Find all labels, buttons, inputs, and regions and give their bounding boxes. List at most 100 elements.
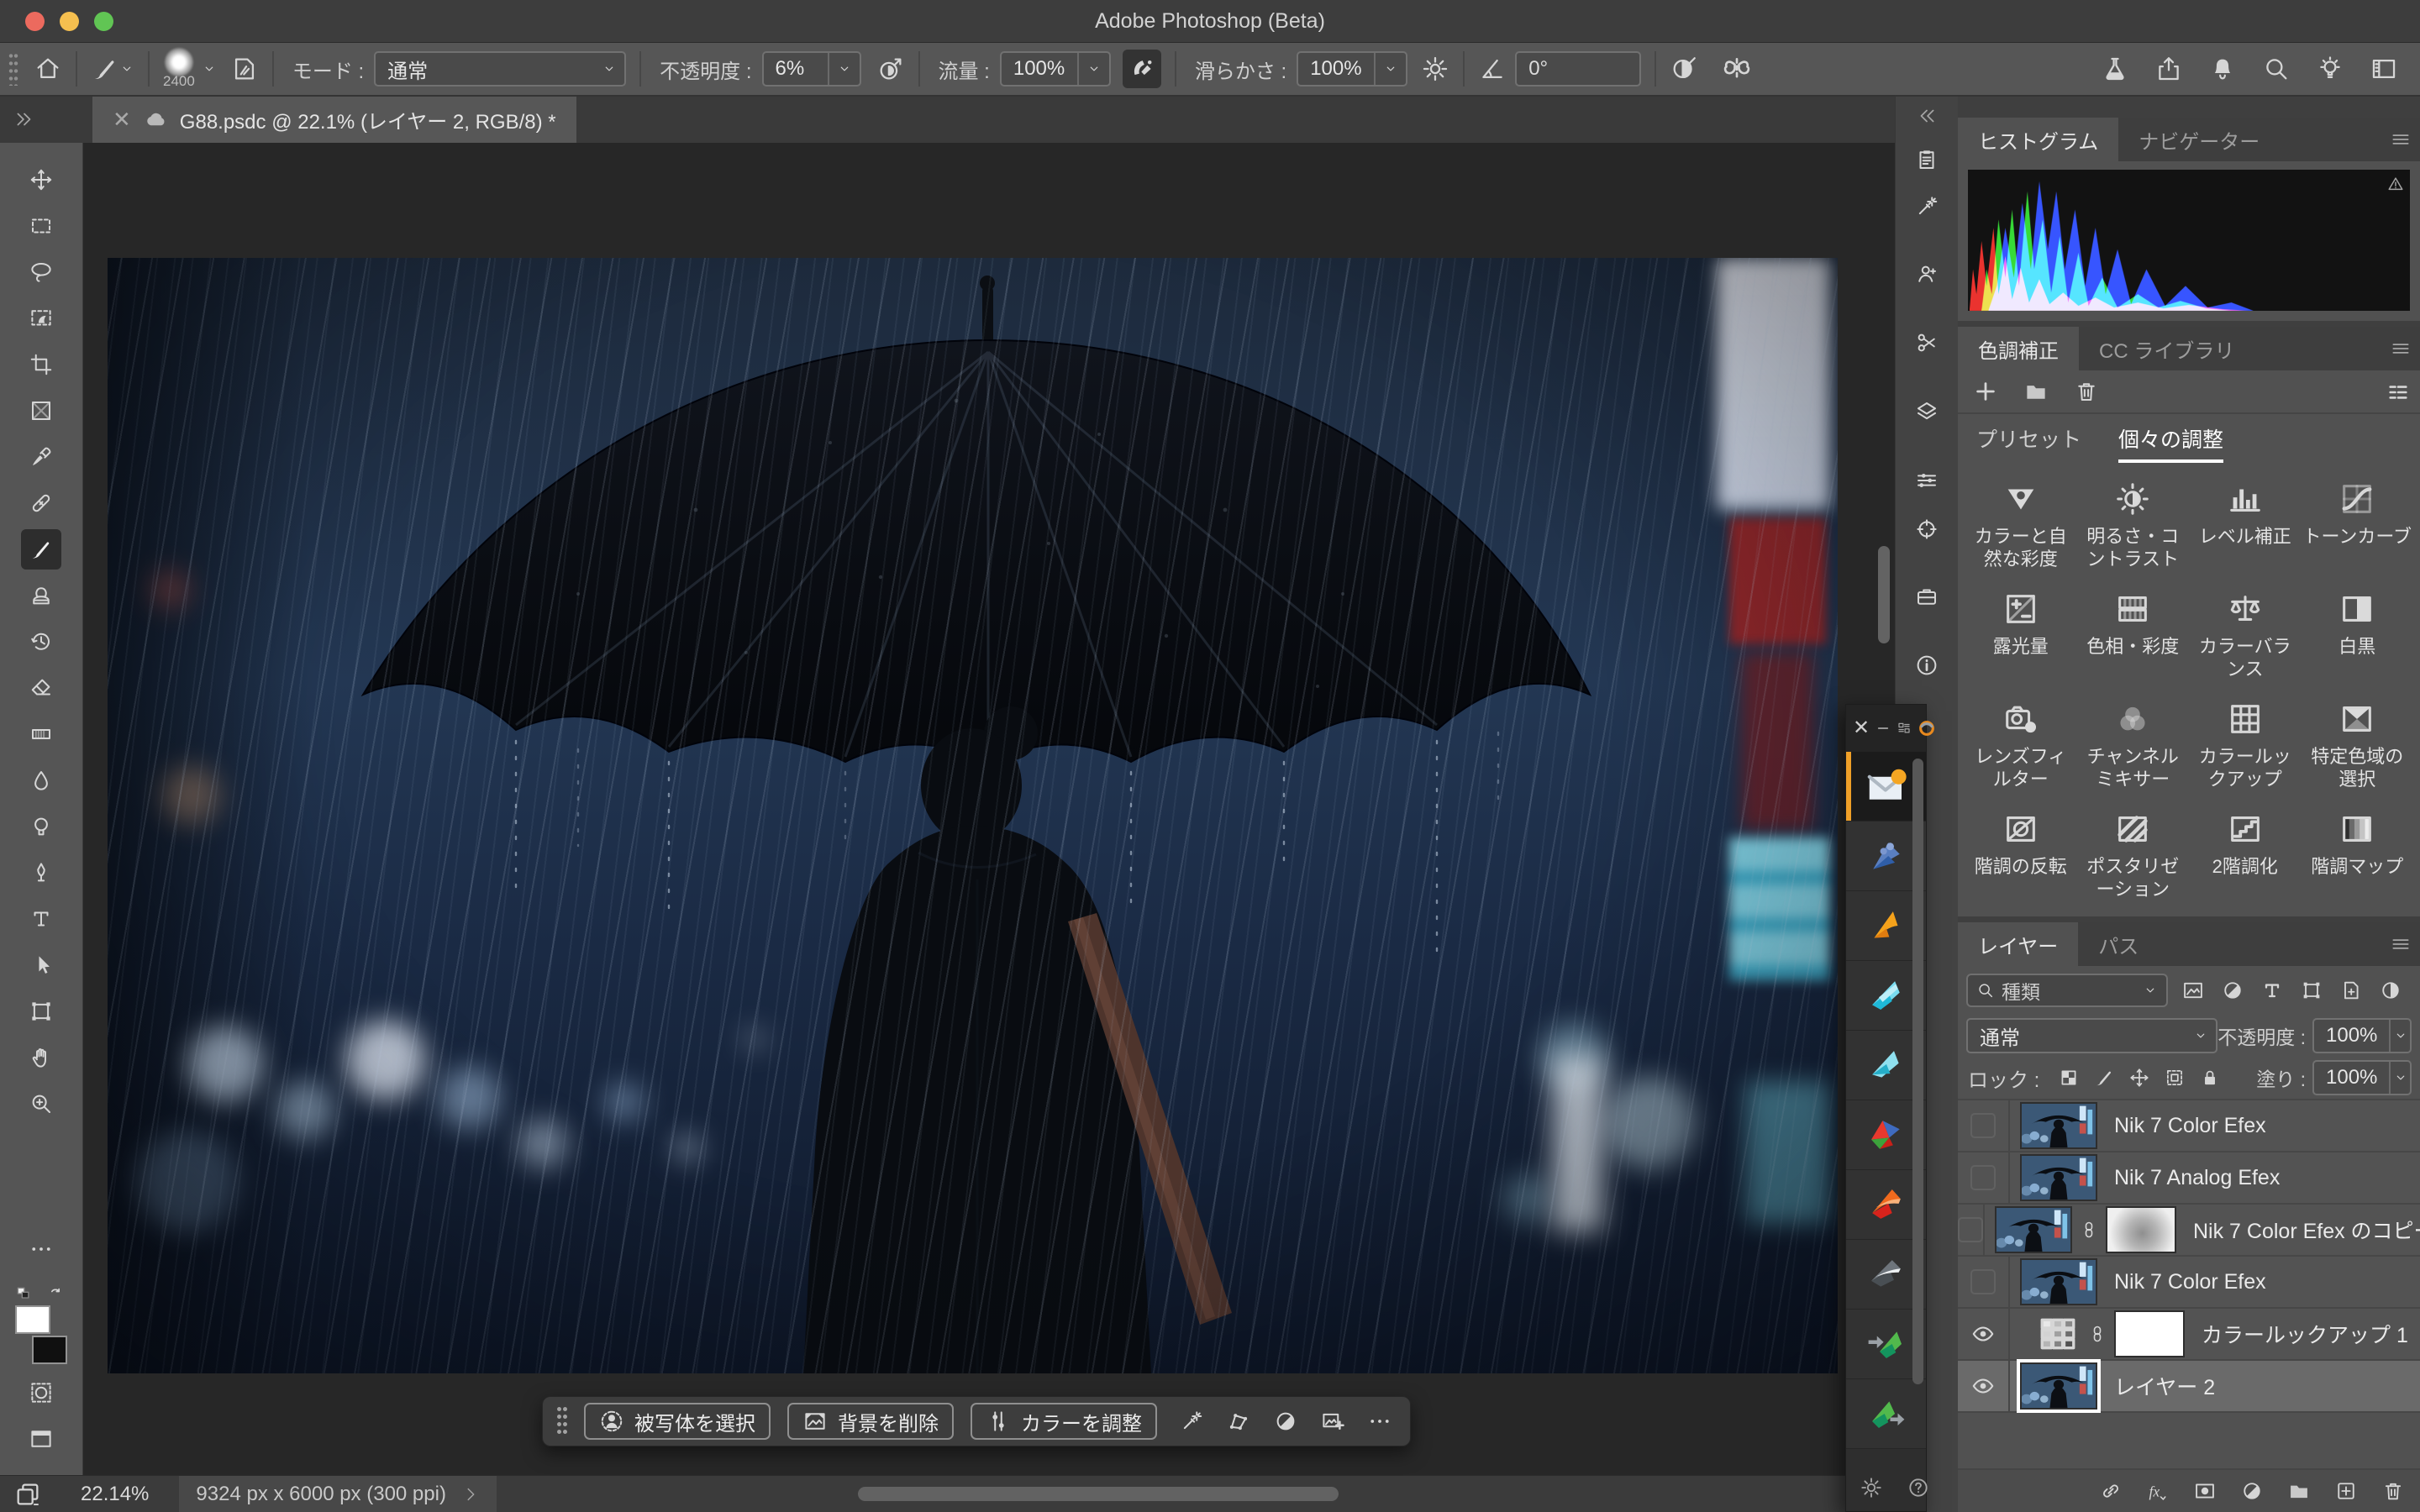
layer-name[interactable]: Nik 7 Color Efex <box>2114 1270 2266 1294</box>
adjustment-threshold[interactable]: 2階調化 <box>2189 800 2302 910</box>
group-icon[interactable] <box>2023 379 2049 404</box>
panel-menu-icon[interactable] <box>2390 129 2412 150</box>
magic-wand-icon[interactable] <box>1179 1409 1204 1434</box>
filter-type-layers-icon[interactable] <box>2260 979 2284 1002</box>
trash-icon[interactable] <box>2074 379 2099 404</box>
lock-pixels-icon[interactable] <box>2093 1067 2115 1089</box>
tool-object-selection[interactable] <box>21 298 61 339</box>
adjustment-black-white[interactable]: 白黒 <box>2302 580 2414 690</box>
tool-gradient[interactable] <box>21 714 61 754</box>
mask-link-icon[interactable] <box>2087 1320 2107 1347</box>
nik-scrollbar-thumb[interactable] <box>1912 759 1923 1384</box>
nik-item-sharpener-output[interactable] <box>1846 1379 1926 1449</box>
tool-zoom[interactable] <box>21 1084 61 1124</box>
filter-toggle-icon[interactable] <box>2379 979 2402 1002</box>
smoothing-options-gear-icon[interactable] <box>1421 55 1449 83</box>
adjustment-exposure[interactable]: 露光量 <box>1965 580 2077 690</box>
flask-icon[interactable] <box>2101 55 2129 83</box>
minimize-icon[interactable] <box>1876 721 1891 736</box>
options-grip[interactable] <box>8 52 18 86</box>
close-icon[interactable]: ✕ <box>1853 718 1870 738</box>
adjustment-brightness-contrast[interactable]: 明るさ・コントラスト <box>2077 470 2190 580</box>
tab-histogram[interactable]: ヒストグラム <box>1958 118 2118 161</box>
share-icon[interactable] <box>2154 55 2183 83</box>
tab-cc-libraries[interactable]: CC ライブラリ <box>2079 327 2254 370</box>
foreground-color-chip[interactable] <box>15 1305 50 1334</box>
adjustment-icon[interactable] <box>1273 1409 1298 1434</box>
layer-row-selected[interactable]: レイヤー 2 <box>1958 1361 2420 1413</box>
chevron-down-icon[interactable] <box>119 61 134 76</box>
swap-colors-icon[interactable] <box>47 1285 64 1302</box>
minimize-window-button[interactable] <box>60 12 79 31</box>
tool-dodge[interactable] <box>21 806 61 847</box>
pressure-size-icon[interactable] <box>1670 55 1698 83</box>
layer-filter-dropdown[interactable]: 種類 <box>1966 974 2168 1007</box>
tab-layers[interactable]: レイヤー <box>1958 922 2078 966</box>
add-image-icon[interactable] <box>1320 1409 1345 1434</box>
tool-frame[interactable] <box>21 391 61 431</box>
adjust-colors-button[interactable]: カラーを調整 <box>971 1403 1157 1440</box>
home-icon[interactable] <box>34 55 62 83</box>
expand-toolbar-icon[interactable] <box>13 108 35 130</box>
adjustment-curves[interactable]: トーンカーブ <box>2302 470 2414 580</box>
flow-dropdown[interactable]: 100% <box>1000 51 1111 87</box>
chevron-down-icon[interactable] <box>202 61 217 76</box>
adjustment-hue-saturation[interactable]: 色相・彩度 <box>2077 580 2190 690</box>
opacity-dropdown[interactable]: 6% <box>762 51 861 87</box>
tool-clone-stamp[interactable] <box>21 575 61 616</box>
new-layer-icon[interactable] <box>2334 1479 2358 1503</box>
paint-symmetry-icon[interactable] <box>1720 52 1754 86</box>
tool-move[interactable] <box>21 160 61 200</box>
layer-name[interactable]: Nik 7 Color Efex <box>2114 1114 2266 1138</box>
lightbulb-icon[interactable] <box>2316 55 2344 83</box>
layer-name[interactable]: レイヤー 2 <box>2114 1371 2215 1401</box>
tool-rectangular-marquee[interactable] <box>21 206 61 246</box>
close-window-button[interactable] <box>25 12 45 31</box>
panel-icon-scissors[interactable] <box>1909 325 1944 360</box>
filter-shape-layers-icon[interactable] <box>2300 979 2323 1002</box>
brush-preset-picker[interactable]: 2400 <box>163 48 195 90</box>
color-lookup-layer-icon[interactable] <box>2035 1313 2081 1355</box>
layer-thumbnail[interactable] <box>2020 1154 2097 1201</box>
layer-thumbnail[interactable] <box>1995 1206 2072 1253</box>
adjustment-color-balance[interactable]: カラーバランス <box>2189 580 2302 690</box>
lock-transparency-icon[interactable] <box>2058 1067 2080 1089</box>
document-canvas[interactable] <box>108 258 1838 1373</box>
visibility-toggle[interactable] <box>1958 1257 2010 1307</box>
add-adjustment-icon[interactable] <box>1973 379 1998 404</box>
layer-thumbnail[interactable] <box>2020 1102 2097 1149</box>
panel-icon-info[interactable] <box>1909 648 1944 683</box>
adjustment-vibrance[interactable]: カラーと自然な彩度 <box>1965 470 2077 580</box>
new-group-icon[interactable] <box>2287 1479 2311 1503</box>
gear-icon[interactable] <box>1860 1476 1883 1499</box>
maximize-window-button[interactable] <box>94 12 113 31</box>
layer-row[interactable]: Nik 7 Color Efex <box>1958 1100 2420 1152</box>
histogram-warning-icon[interactable] <box>2386 175 2405 193</box>
bell-icon[interactable] <box>2208 55 2237 83</box>
tab-paths[interactable]: パス <box>2078 922 2159 966</box>
layer-name[interactable]: Nik 7 Color Efex のコピー <box>2193 1215 2420 1245</box>
tool-brush[interactable] <box>21 529 61 570</box>
horizontal-scrollbar-thumb[interactable] <box>858 1487 1339 1501</box>
layer-row[interactable]: Nik 7 Color Efex のコピー <box>1958 1205 2420 1257</box>
visibility-toggle[interactable] <box>1958 1100 2010 1151</box>
panel-icon-brush-settings[interactable] <box>1909 142 1944 177</box>
layer-mask-thumbnail[interactable] <box>2114 1310 2185 1357</box>
remove-background-button[interactable]: 背景を削除 <box>787 1403 954 1440</box>
mask-link-icon[interactable] <box>2079 1216 2099 1243</box>
smoothing-dropdown[interactable]: 100% <box>1297 51 1407 87</box>
tool-shape[interactable] <box>21 991 61 1032</box>
default-colors-icon[interactable] <box>15 1285 32 1302</box>
add-layer-mask-icon[interactable] <box>2193 1479 2217 1503</box>
adjustment-gradient-map[interactable]: 階調マップ <box>2302 800 2414 910</box>
tool-spot-healing[interactable] <box>21 483 61 523</box>
blend-mode-dropdown[interactable]: 通常 <box>374 51 626 87</box>
layer-mask-thumbnail[interactable] <box>2106 1206 2176 1253</box>
layer-opacity-dropdown[interactable]: 100% <box>2312 1018 2412 1053</box>
tab-navigator[interactable]: ナビゲーター <box>2118 118 2280 161</box>
context-bar-drag-handle[interactable] <box>556 1405 567 1437</box>
link-layers-icon[interactable] <box>2099 1479 2123 1503</box>
pressure-opacity-icon[interactable] <box>876 55 905 83</box>
panel-icon-adjustments[interactable] <box>1909 463 1944 498</box>
filter-smart-objects-icon[interactable] <box>2339 979 2363 1002</box>
